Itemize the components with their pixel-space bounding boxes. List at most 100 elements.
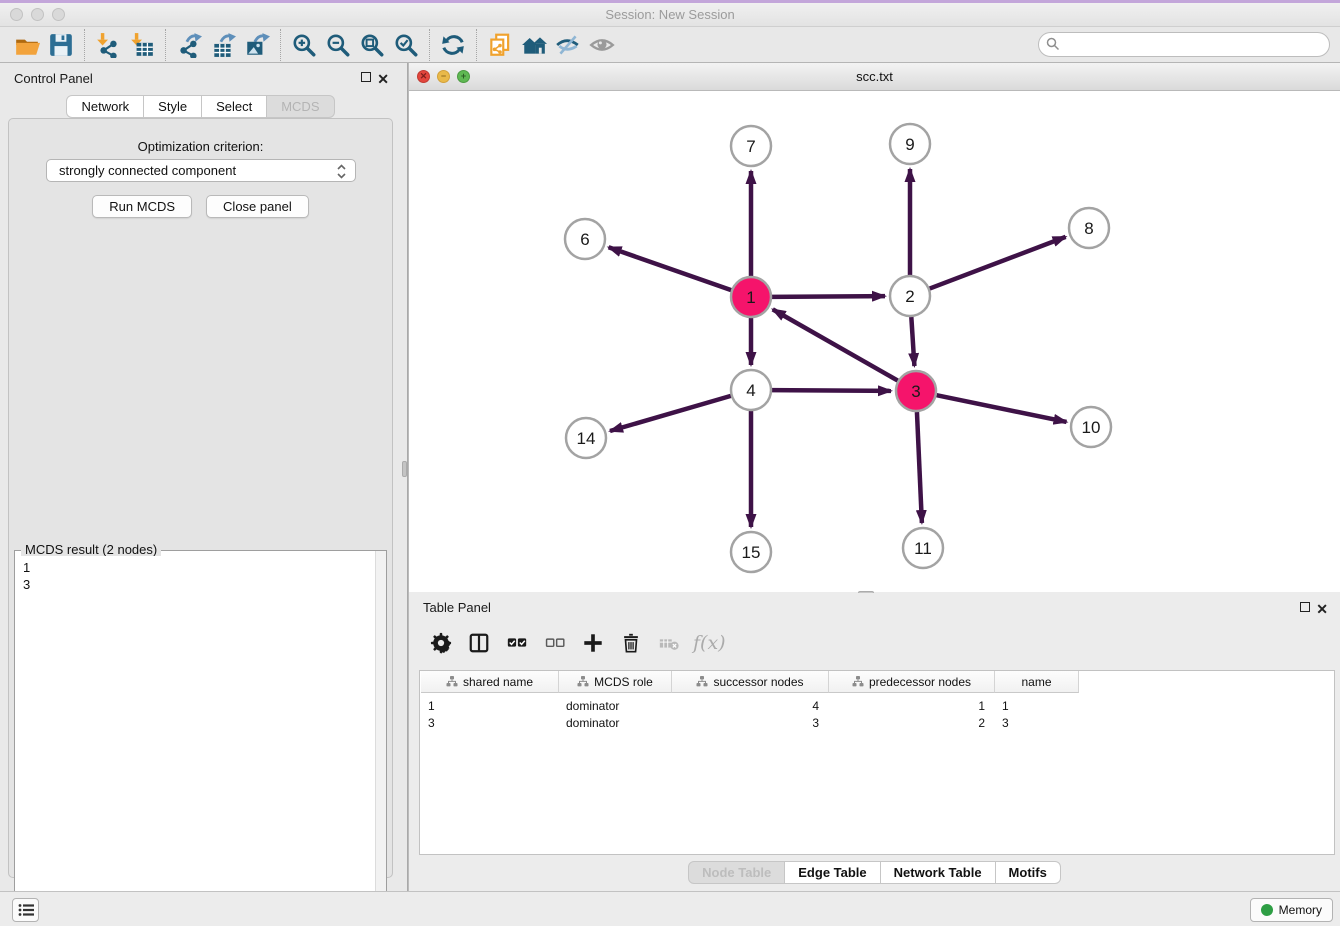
- close-panel-button[interactable]: Close panel: [206, 195, 309, 218]
- edge-3-11[interactable]: [917, 412, 922, 523]
- open-session-icon[interactable]: [10, 30, 44, 60]
- edge-3-1[interactable]: [773, 309, 898, 380]
- tab-mcds[interactable]: MCDS: [267, 95, 334, 118]
- network-window-titlebar: ✕ − + scc.txt: [409, 63, 1340, 91]
- tab-style[interactable]: Style: [144, 95, 202, 118]
- edge-3-10[interactable]: [937, 395, 1067, 422]
- toolbar-divider: [476, 29, 477, 61]
- network-graph[interactable]: 7968124314101511: [409, 91, 1339, 592]
- mcds-buttons-row: Run MCDS Close panel: [9, 195, 392, 218]
- plus-icon[interactable]: [579, 629, 607, 657]
- split-handle[interactable]: [402, 461, 407, 477]
- column-label: successor nodes: [713, 675, 803, 689]
- panel-split-divider[interactable]: [401, 63, 408, 891]
- uncheck-pair-icon[interactable]: [541, 629, 569, 657]
- search-input[interactable]: [1038, 32, 1330, 57]
- show-all-icon[interactable]: [585, 30, 619, 60]
- tab-node-table[interactable]: Node Table: [688, 861, 785, 884]
- clone-network-icon[interactable]: [483, 30, 517, 60]
- trash-icon[interactable]: [617, 629, 645, 657]
- node-label-1: 1: [746, 288, 755, 307]
- table-cell[interactable]: 4: [672, 697, 829, 714]
- edge-4-14[interactable]: [610, 396, 731, 431]
- home-icon[interactable]: [517, 30, 551, 60]
- column-header-MCDS-role[interactable]: MCDS role: [559, 671, 672, 693]
- close-panel-icon[interactable]: ✕: [377, 71, 389, 88]
- table-panel: Table Panel ✕ f(x) shared nameMCDS roles…: [408, 593, 1340, 891]
- toolbar-divider: [280, 29, 281, 61]
- gear-icon[interactable]: [427, 629, 455, 657]
- node-label-6: 6: [580, 230, 589, 249]
- optimization-criterion-label: Optimization criterion:: [9, 139, 392, 154]
- edge-2-8[interactable]: [930, 237, 1066, 289]
- tab-network[interactable]: Network: [66, 95, 144, 118]
- memory-label: Memory: [1279, 903, 1322, 917]
- node-table[interactable]: shared name MCDS role successor nodes prede…: [419, 670, 1335, 855]
- table-cell[interactable]: 1: [829, 697, 995, 714]
- table-cell[interactable]: 3: [421, 714, 559, 731]
- column-label: MCDS role: [594, 675, 653, 689]
- table-cell[interactable]: 2: [829, 714, 995, 731]
- table-cell[interactable]: 3: [995, 714, 1079, 731]
- search-icon: [1046, 37, 1060, 51]
- table-cell[interactable]: 1: [421, 697, 559, 714]
- columns-icon[interactable]: [465, 629, 493, 657]
- node-label-10: 10: [1082, 418, 1101, 437]
- main-area: Control Panel ✕ NetworkStyleSelectMCDS O…: [0, 63, 1340, 891]
- memory-button[interactable]: Memory: [1250, 898, 1333, 922]
- task-history-button[interactable]: [12, 898, 39, 922]
- tab-motifs[interactable]: Motifs: [996, 861, 1061, 884]
- tab-select[interactable]: Select: [202, 95, 267, 118]
- toolbar-divider: [165, 29, 166, 61]
- control-panel-title: Control Panel: [14, 71, 93, 86]
- export-image-icon[interactable]: [240, 30, 274, 60]
- result-scrollbar[interactable]: [375, 551, 386, 926]
- zoom-in-icon[interactable]: [287, 30, 321, 60]
- edge-1-2[interactable]: [772, 296, 885, 297]
- float-table-panel-icon[interactable]: [1300, 601, 1310, 615]
- save-session-icon[interactable]: [44, 30, 78, 60]
- table-panel-header: Table Panel ✕: [409, 593, 1340, 621]
- table-cell[interactable]: dominator: [559, 697, 672, 714]
- float-panel-icon[interactable]: [361, 71, 371, 85]
- criterion-dropdown[interactable]: strongly connected component: [46, 159, 356, 182]
- export-network-icon[interactable]: [172, 30, 206, 60]
- table-toolbar: f(x): [427, 623, 726, 663]
- import-network-icon[interactable]: [91, 30, 125, 60]
- check-pair-icon[interactable]: [503, 629, 531, 657]
- mcds-result-title: MCDS result (2 nodes): [21, 542, 161, 557]
- main-toolbar: [0, 27, 1340, 63]
- column-header-shared-name[interactable]: shared name: [421, 671, 559, 693]
- column-label: shared name: [463, 675, 533, 689]
- node-label-11: 11: [914, 539, 932, 558]
- zoom-out-icon[interactable]: [321, 30, 355, 60]
- main-toolbar-icons: [10, 29, 619, 61]
- tab-network-table[interactable]: Network Table: [881, 861, 996, 884]
- export-table-icon[interactable]: [206, 30, 240, 60]
- table-cell[interactable]: 1: [995, 697, 1079, 714]
- import-table-icon[interactable]: [125, 30, 159, 60]
- network-canvas[interactable]: 7968124314101511: [409, 91, 1340, 592]
- refresh-icon[interactable]: [436, 30, 470, 60]
- zoom-selected-icon[interactable]: [389, 30, 423, 60]
- column-header-predecessor-nodes[interactable]: predecessor nodes: [829, 671, 995, 693]
- zoom-fit-icon[interactable]: [355, 30, 389, 60]
- run-mcds-button[interactable]: Run MCDS: [92, 195, 192, 218]
- edge-4-3[interactable]: [772, 390, 891, 391]
- node-label-15: 15: [742, 543, 761, 562]
- column-header-successor-nodes[interactable]: successor nodes: [672, 671, 829, 693]
- hierarchy-icon: [577, 676, 589, 687]
- table-cell[interactable]: dominator: [559, 714, 672, 731]
- hide-selected-icon[interactable]: [551, 30, 585, 60]
- tab-edge-table[interactable]: Edge Table: [785, 861, 880, 884]
- list-icon: [18, 903, 34, 917]
- column-header-name[interactable]: name: [995, 671, 1079, 693]
- mcds-result-list[interactable]: 13: [16, 556, 374, 926]
- search-container: [1038, 32, 1330, 57]
- close-table-panel-icon[interactable]: ✕: [1316, 601, 1328, 618]
- control-panel-tabs: NetworkStyleSelectMCDS: [0, 95, 401, 118]
- table-cell[interactable]: 3: [672, 714, 829, 731]
- hierarchy-icon: [446, 676, 458, 687]
- edge-2-3[interactable]: [911, 317, 914, 366]
- edge-1-6[interactable]: [609, 247, 732, 290]
